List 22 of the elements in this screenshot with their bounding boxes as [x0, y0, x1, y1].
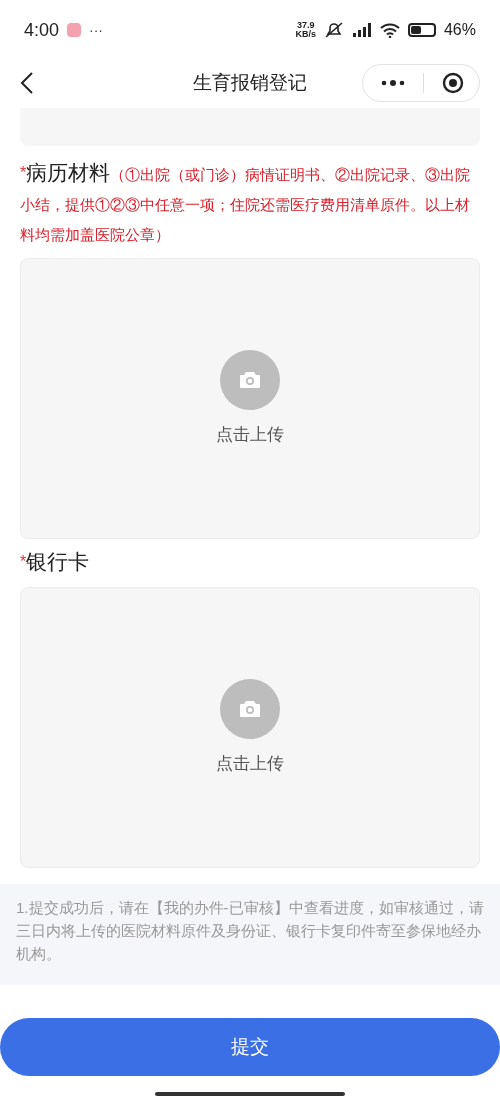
speed-value: 37.9	[296, 21, 315, 30]
upload-area[interactable]: 点击上传	[20, 258, 480, 539]
app-notification-icon	[67, 23, 82, 37]
upload-area[interactable]: 点击上传	[20, 587, 480, 868]
mute-icon	[323, 22, 344, 38]
page-title: 生育报销登记	[193, 70, 307, 95]
more-icon[interactable]	[381, 80, 405, 86]
clock: 4:00	[24, 18, 60, 42]
upload-label: 点击上传	[216, 423, 284, 446]
field-label: *病历材料（①出院（或门诊）病情证明书、②出院记录、③出院小结，提供①②③中任意一项；住院还需医疗费用清单原件。以上材料均需加盖医院公章）	[19, 160, 472, 245]
notice-text: 1.提交成功后，请在【我的办件-已审核】中查看进度，如审核通过，请三日内将上传的医院材料原件及身份证、银行卡复印件寄至参保地经办机构。	[16, 898, 484, 964]
battery-percent: 46%	[443, 20, 476, 40]
speed-unit: KB/s	[295, 30, 316, 39]
upload-label: 点击上传	[216, 752, 284, 775]
battery-icon	[407, 23, 436, 37]
wifi-icon	[379, 22, 400, 38]
more-notifications: ···	[89, 20, 104, 40]
back-icon[interactable]	[20, 72, 34, 94]
submit-button[interactable]: 提交	[0, 1018, 500, 1076]
field-label: *银行卡	[19, 549, 91, 575]
signal-icon	[351, 23, 372, 37]
close-icon[interactable]	[442, 72, 464, 94]
